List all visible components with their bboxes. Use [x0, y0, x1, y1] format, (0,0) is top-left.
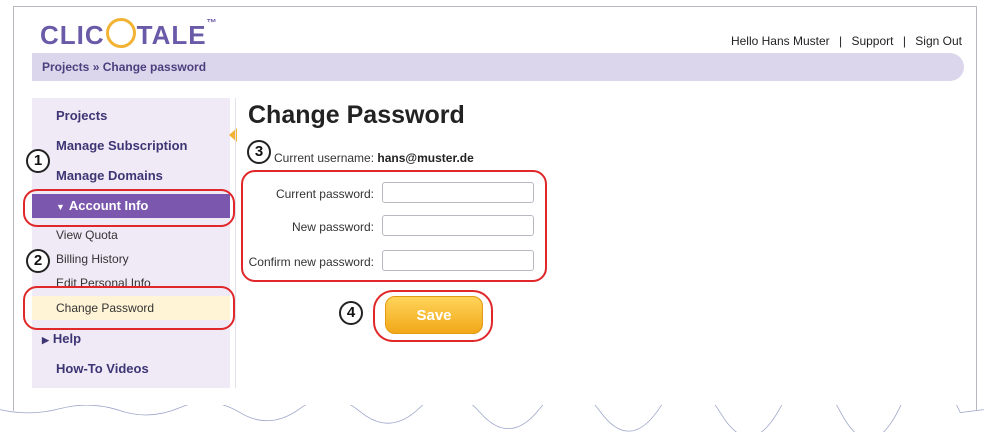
annotation-number-4: 4	[339, 301, 363, 325]
separator: |	[838, 34, 843, 48]
signout-link[interactable]: Sign Out	[915, 34, 962, 48]
username-label: Current username:	[274, 151, 375, 165]
sidebar-item-help[interactable]: ▶ Help	[32, 331, 230, 346]
sidebar-item-manage-subscription[interactable]: Manage Subscription	[32, 138, 230, 153]
greeting-text: Hello Hans Muster	[730, 34, 830, 48]
annotation-number-1: 1	[26, 149, 50, 173]
separator: |	[902, 34, 906, 48]
username-line: Current username: hans@muster.de	[274, 151, 474, 165]
support-link[interactable]: Support	[851, 34, 893, 48]
page-title: Change Password	[248, 101, 465, 129]
sidebar-item-manage-domains[interactable]: Manage Domains	[32, 168, 230, 183]
sidebar-subitem-billing-history[interactable]: Billing History	[32, 252, 230, 266]
sidebar: Projects Manage Subscription Manage Doma…	[32, 98, 230, 388]
sidebar-subitem-view-quota[interactable]: View Quota	[32, 228, 230, 242]
sidebar-item-label: Help	[52, 331, 82, 346]
logo-ring-icon	[105, 18, 136, 48]
top-nav: Hello Hans Muster | Support | Sign Out	[731, 34, 962, 48]
annotation-ring-save	[373, 290, 493, 342]
username-value: hans@muster.de	[377, 151, 474, 165]
annotation-number-3: 3	[247, 140, 271, 164]
annotation-number-2: 2	[26, 249, 50, 273]
annotation-ring-account-info	[23, 189, 235, 227]
sidebar-item-how-to-videos[interactable]: How-To Videos	[32, 361, 230, 376]
triangle-right-icon: ▶	[42, 335, 49, 345]
sidebar-item-projects[interactable]: Projects	[32, 108, 230, 123]
annotation-ring-form	[241, 170, 547, 282]
breadcrumb[interactable]: Projects » Change password	[32, 53, 964, 81]
clicktale-logo[interactable]: CLIC TALE™	[40, 18, 218, 51]
divider	[235, 98, 236, 388]
torn-edge	[0, 405, 984, 432]
annotation-ring-change-password	[23, 286, 235, 330]
